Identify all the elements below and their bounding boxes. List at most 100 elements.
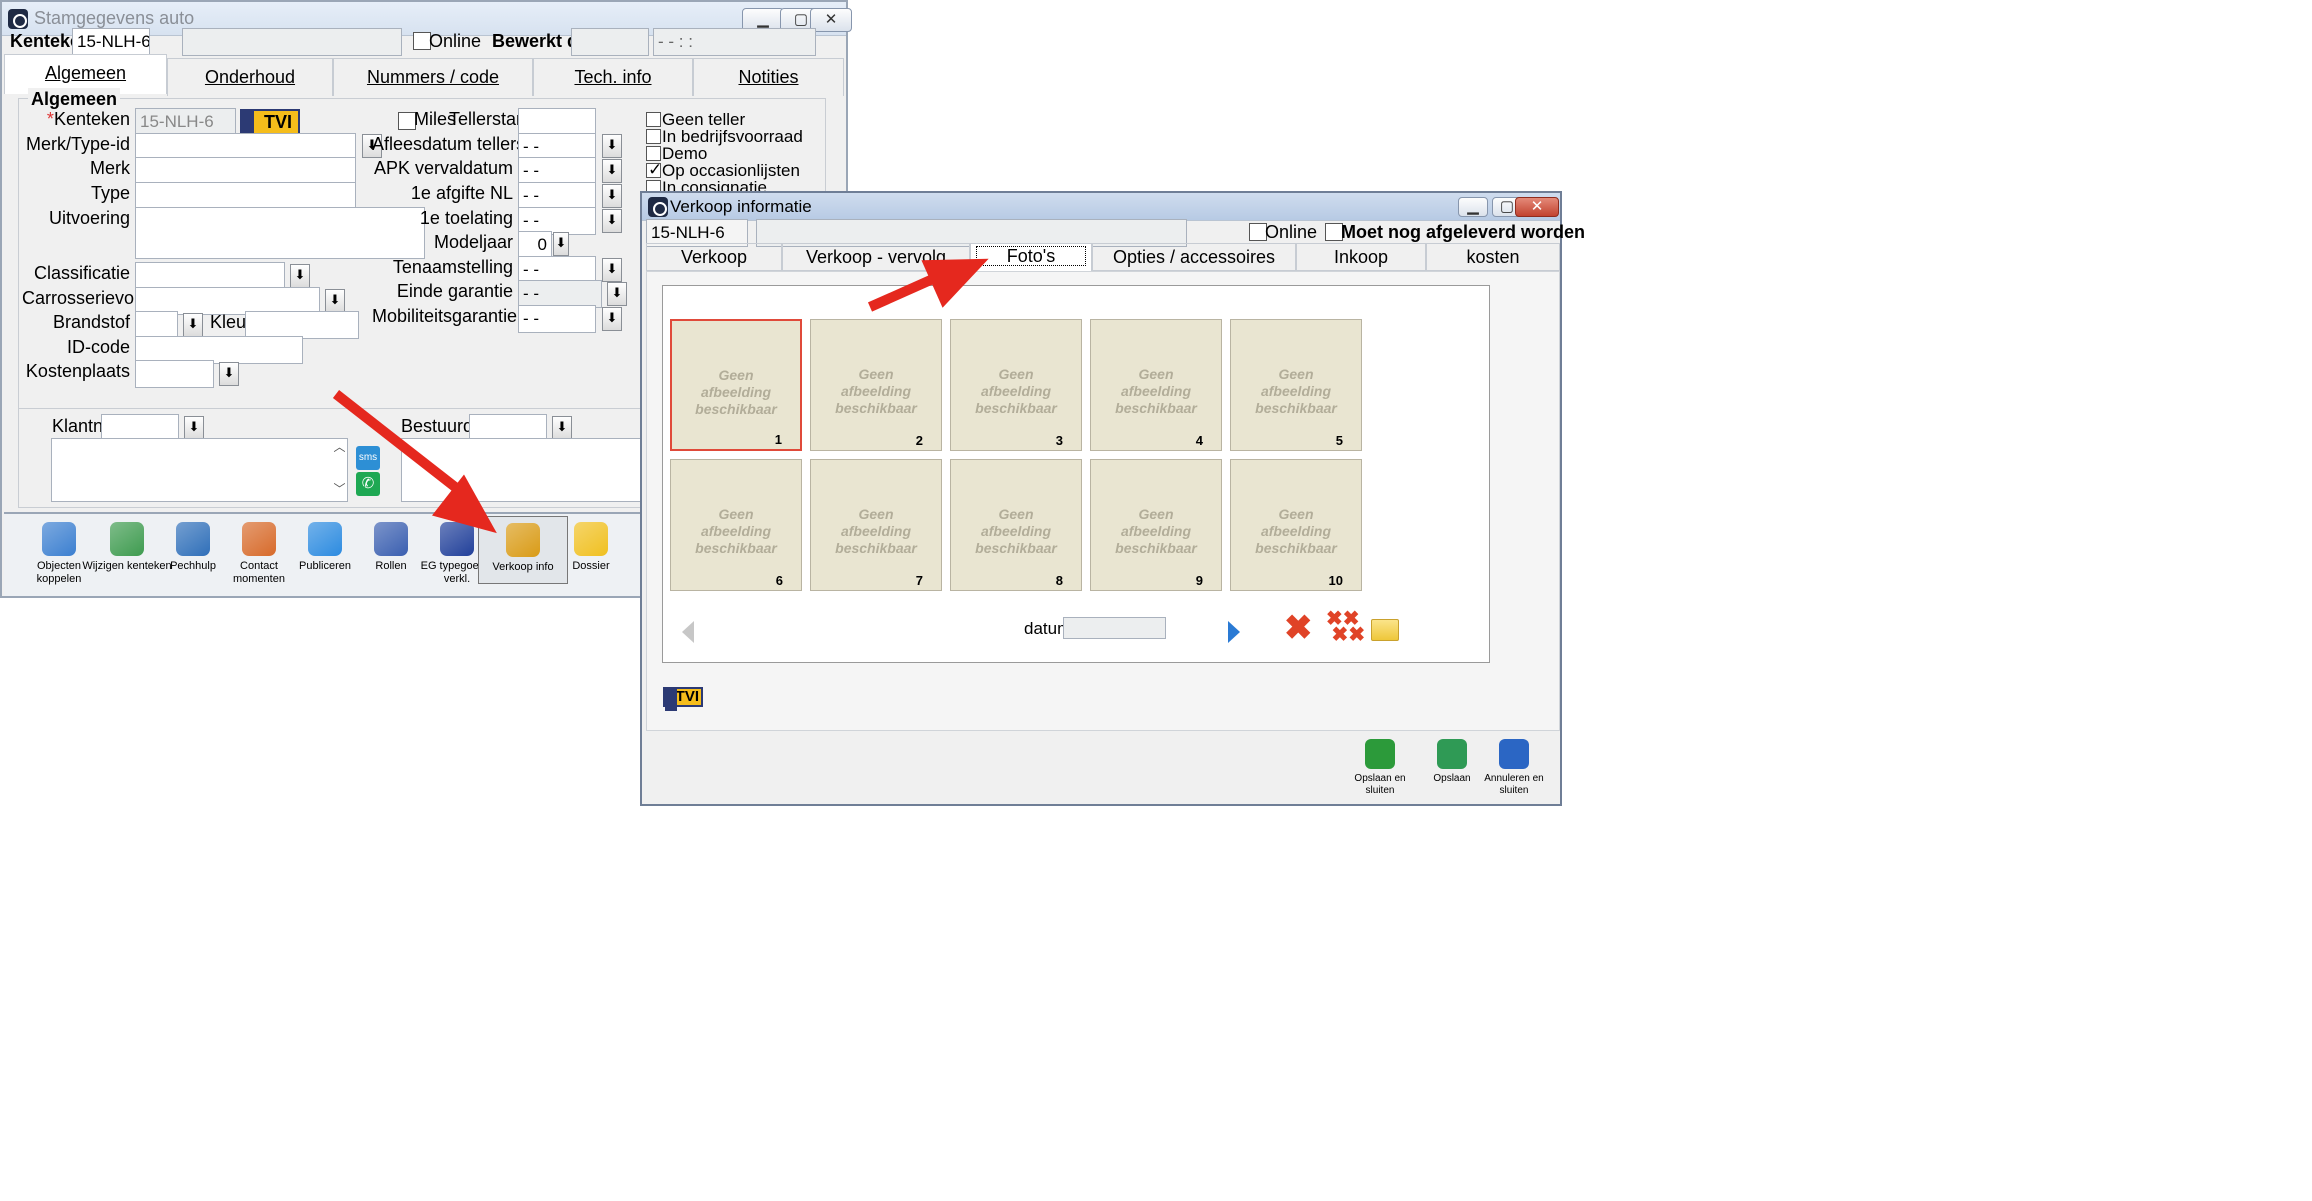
- photo-slot[interactable]: Geen afbeelding beschikbaar 4: [1090, 319, 1222, 451]
- tab-label: Notities: [738, 67, 799, 87]
- app-logo-icon: [8, 9, 28, 29]
- tenaamstelling-dropdown[interactable]: [602, 258, 622, 282]
- photo-slot[interactable]: Geen afbeelding beschikbaar 5: [1230, 319, 1362, 451]
- photo-placeholder-text: Geen afbeelding beschikbaar: [1115, 506, 1197, 556]
- photo-number: 1: [774, 432, 782, 447]
- klantnr-dropdown[interactable]: [184, 416, 204, 440]
- groupbox-title: Algemeen: [28, 88, 121, 110]
- sms-icon[interactable]: sms: [356, 446, 380, 470]
- delete-icon[interactable]: ✖: [1284, 611, 1313, 645]
- photo-placeholder-text: Geen afbeelding beschikbaar: [1255, 366, 1337, 416]
- euro-coin-icon: [506, 523, 540, 557]
- tab-kosten[interactable]: kosten: [1426, 243, 1560, 271]
- brandstof-label: Brandstof: [52, 312, 130, 332]
- checkbox-op-occasionlijsten[interactable]: [646, 160, 662, 180]
- classificatie-dropdown[interactable]: [290, 264, 310, 288]
- online-label: Online: [429, 31, 482, 51]
- afgifte-dropdown[interactable]: [602, 184, 622, 208]
- tab-inkoop[interactable]: Inkoop: [1296, 243, 1426, 271]
- tellerstand-field[interactable]: [518, 108, 596, 136]
- photo-slot[interactable]: Geen afbeelding beschikbaar 1: [670, 319, 802, 451]
- datum-field[interactable]: [1063, 617, 1166, 639]
- photo-number: 4: [1195, 433, 1203, 448]
- footer-floppy-disk-button[interactable]: Opslaan: [1420, 733, 1484, 785]
- einde-garantie-field[interactable]: - -: [518, 280, 602, 308]
- tab-tech-info[interactable]: Tech. info: [533, 58, 693, 96]
- toelating-dropdown[interactable]: [602, 209, 622, 233]
- undo-icon: [1499, 739, 1529, 769]
- toelating-label: 1e toelating: [419, 208, 513, 228]
- photo-slot[interactable]: Geen afbeelding beschikbaar 6: [670, 459, 802, 591]
- minimize-button[interactable]: ▁: [1458, 197, 1488, 217]
- header-description-field[interactable]: [182, 28, 402, 56]
- klant-notes-field[interactable]: [51, 438, 348, 502]
- kleur-field[interactable]: [245, 311, 359, 339]
- folder-icon[interactable]: [1371, 619, 1399, 641]
- tab-notities[interactable]: Notities: [693, 58, 844, 96]
- kenteken-field[interactable]: 15-NLH-6: [135, 108, 236, 136]
- mobiliteitsgarantie-dropdown[interactable]: [602, 307, 622, 331]
- modeljaar-field[interactable]: 0: [518, 231, 552, 259]
- wrench-icon: [176, 522, 210, 556]
- photo-slot[interactable]: Geen afbeelding beschikbaar 8: [950, 459, 1082, 591]
- tvi-badge[interactable]: TVI: [240, 109, 300, 135]
- photo-placeholder-text: Geen afbeelding beschikbaar: [975, 506, 1057, 556]
- tab-onderhoud[interactable]: Onderhoud: [167, 58, 333, 96]
- sales-tvi-badge[interactable]: TVI: [663, 687, 703, 711]
- photo-slot[interactable]: Geen afbeelding beschikbaar 10: [1230, 459, 1362, 591]
- photo-slot[interactable]: Geen afbeelding beschikbaar 2: [810, 319, 942, 451]
- tab-opties-accessoires[interactable]: Opties / accessoires: [1092, 243, 1296, 271]
- footer-checkmark-save-button[interactable]: Opslaan en sluiten: [1348, 733, 1412, 797]
- photo-placeholder-text: Geen afbeelding beschikbaar: [835, 366, 917, 416]
- next-arrow-icon[interactable]: [1228, 621, 1240, 643]
- notes-scrollbar[interactable]: ︿ ﹀: [333, 440, 346, 500]
- id-code-label: ID-code: [66, 337, 130, 357]
- brandstof-field[interactable]: [135, 311, 178, 339]
- brandstof-dropdown[interactable]: [183, 313, 203, 337]
- kostenplaats-dropdown[interactable]: [219, 362, 239, 386]
- tab-label: kosten: [1466, 247, 1520, 267]
- type-field[interactable]: [135, 182, 356, 210]
- bestuurder-dropdown[interactable]: [552, 416, 572, 440]
- delete-all-icon[interactable]: ✖✖ ✖✖: [1326, 609, 1365, 645]
- afgifte-field[interactable]: - -: [518, 182, 596, 210]
- bewerkt-door-field[interactable]: [571, 28, 649, 56]
- merk-field[interactable]: [135, 157, 356, 185]
- sales-online-label: Online: [1265, 222, 1318, 242]
- footer-label: Opslaan en sluiten: [1354, 773, 1406, 796]
- photo-placeholder-text: Geen afbeelding beschikbaar: [1255, 506, 1337, 556]
- checkbox-geen-teller[interactable]: [646, 112, 661, 127]
- sales-window-title: Verkoop informatie: [670, 197, 812, 216]
- afleesdatum-label: Afleesdatum tellerstand: [372, 134, 561, 154]
- header-kenteken-field[interactable]: 15-NLH-6: [72, 28, 150, 56]
- close-button[interactable]: ✕: [1515, 197, 1559, 217]
- photo-placeholder-text: Geen afbeelding beschikbaar: [835, 506, 917, 556]
- footer-undo-button[interactable]: Annuleren en sluiten: [1482, 733, 1546, 797]
- tab-label: Inkoop: [1333, 247, 1389, 267]
- merk-type-id-label: Merk/Type-id: [25, 134, 130, 154]
- bewerkt-date-field[interactable]: - - : :: [653, 28, 816, 56]
- tab-verkoop[interactable]: Verkoop: [646, 243, 782, 271]
- photo-placeholder-text: Geen afbeelding beschikbaar: [975, 366, 1057, 416]
- photo-slot[interactable]: Geen afbeelding beschikbaar 9: [1090, 459, 1222, 591]
- mobiliteitsgarantie-field[interactable]: - -: [518, 305, 596, 333]
- whatsapp-icon[interactable]: ✆: [356, 472, 380, 496]
- afleesdatum-dropdown[interactable]: [602, 134, 622, 158]
- kostenplaats-field[interactable]: [135, 360, 214, 388]
- apk-field[interactable]: - -: [518, 157, 596, 185]
- classificatie-field[interactable]: [135, 262, 285, 290]
- carrosserievorm-dropdown[interactable]: [325, 289, 345, 313]
- einde-garantie-dropdown[interactable]: [607, 282, 627, 306]
- sales-titlebar[interactable]: Verkoop informatie ▁ ▢ ✕: [642, 193, 1560, 221]
- tab-nummers-code[interactable]: Nummers / code: [333, 58, 533, 96]
- photo-slot[interactable]: Geen afbeelding beschikbaar 3: [950, 319, 1082, 451]
- previous-arrow-icon[interactable]: [682, 621, 694, 643]
- checkbox-in-bedrijfsvoorraad[interactable]: [646, 129, 661, 144]
- photo-placeholder-text: Geen afbeelding beschikbaar: [1115, 366, 1197, 416]
- main-window-title: Stamgegevens auto: [34, 8, 195, 28]
- apk-dropdown[interactable]: [602, 159, 622, 183]
- checkbox-demo[interactable]: [646, 146, 661, 161]
- close-button[interactable]: ✕: [810, 8, 852, 32]
- modeljaar-spinner[interactable]: [553, 232, 569, 256]
- photo-slot[interactable]: Geen afbeelding beschikbaar 7: [810, 459, 942, 591]
